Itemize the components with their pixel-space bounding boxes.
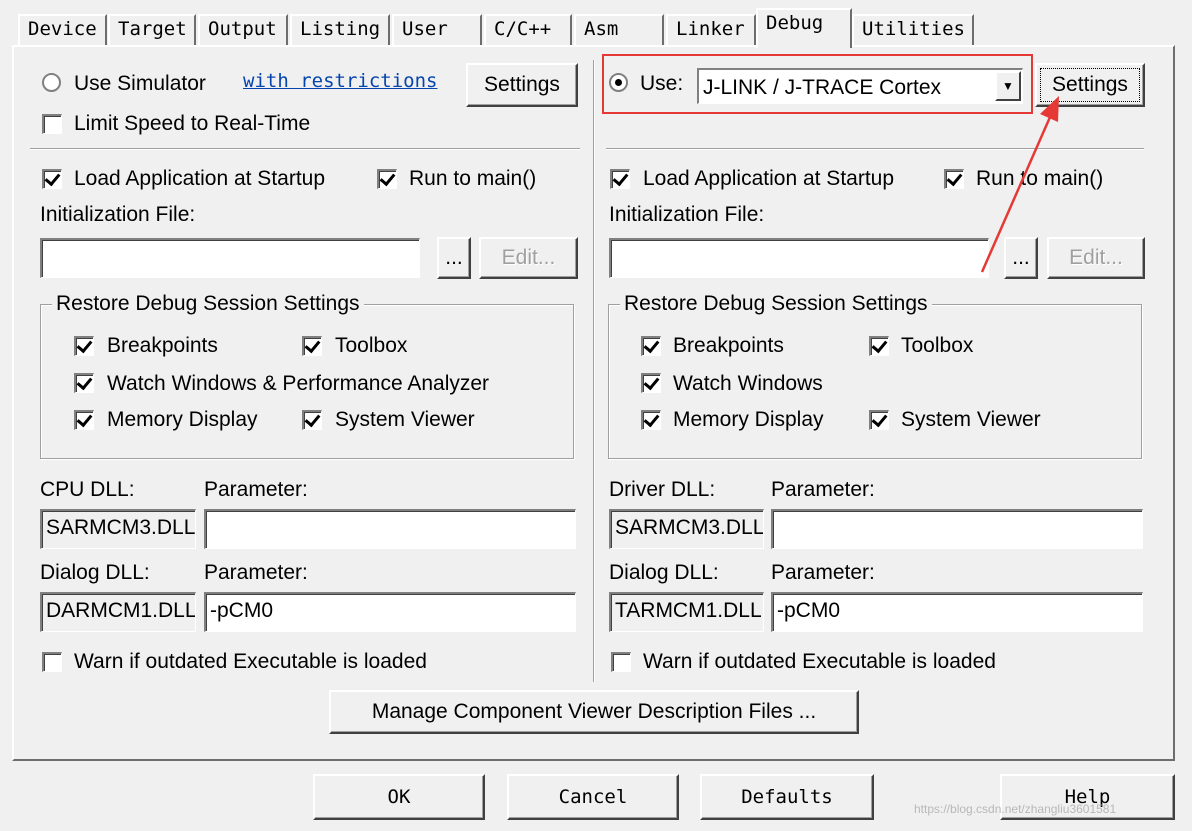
right-dialog-param-label: Parameter: — [771, 561, 875, 584]
cancel-button[interactable]: Cancel — [507, 774, 679, 820]
tab-target[interactable]: Target — [108, 14, 196, 46]
tab-linker[interactable]: Linker — [666, 14, 756, 46]
restore-session-title: Restore Debug Session Settings — [52, 292, 364, 316]
tab-listing[interactable]: Listing — [290, 14, 390, 46]
right-watch-windows-checkbox[interactable] — [641, 373, 661, 393]
limit-speed-checkbox[interactable] — [42, 114, 62, 134]
dialog-dll-field[interactable]: DARMCM1.DLL — [40, 592, 196, 632]
watch-windows-label: Watch Windows & Performance Analyzer — [107, 372, 490, 395]
right-run-main-checkbox[interactable] — [944, 169, 964, 189]
browse-label: ... — [445, 246, 463, 269]
right-watch-windows-label: Watch Windows — [673, 372, 823, 395]
right-load-app-checkbox[interactable] — [610, 169, 630, 189]
use-simulator-radio[interactable] — [42, 73, 61, 92]
toolbox-checkbox[interactable] — [302, 336, 322, 356]
tab-c-cpp[interactable]: C/C++ — [484, 14, 572, 46]
right-warn-outdated-label: Warn if outdated Executable is loaded — [643, 650, 996, 673]
right-breakpoints-checkbox[interactable] — [641, 336, 661, 356]
right-dialog-param-input[interactable]: -pCM0 — [771, 592, 1143, 632]
vertical-divider — [593, 60, 594, 682]
right-memory-display-checkbox[interactable] — [641, 410, 661, 430]
manage-component-viewer-label: Manage Component Viewer Description File… — [371, 700, 817, 723]
arrow-head — [1040, 96, 1059, 122]
load-app-checkbox[interactable] — [42, 169, 62, 189]
right-load-app-label: Load Application at Startup — [643, 167, 895, 190]
right-warn-outdated-checkbox[interactable] — [611, 652, 631, 672]
warn-outdated-checkbox[interactable] — [42, 652, 62, 672]
init-file-input[interactable] — [40, 238, 420, 278]
cpu-dll-field[interactable]: SARMCM3.DLL — [40, 509, 196, 549]
dialog-param-label: Parameter: — [204, 561, 308, 584]
right-toolbox-checkbox[interactable] — [869, 336, 889, 356]
init-file-edit-button[interactable]: Edit... — [479, 237, 578, 279]
arrow-shaft — [980, 107, 1056, 273]
system-viewer-checkbox[interactable] — [302, 410, 322, 430]
manage-component-viewer-button[interactable]: Manage Component Viewer Description File… — [329, 690, 859, 734]
right-dialog-dll-label: Dialog DLL: — [609, 561, 719, 584]
dialog-dll-label: Dialog DLL: — [40, 561, 150, 584]
highlight-box — [602, 54, 1033, 114]
tab-user[interactable]: User — [392, 14, 482, 46]
right-system-viewer-label: System Viewer — [901, 408, 1041, 431]
right-system-viewer-checkbox[interactable] — [869, 410, 889, 430]
right-memory-display-label: Memory Display — [673, 408, 824, 431]
system-viewer-label: System Viewer — [335, 408, 475, 431]
dialog-param-input[interactable]: -pCM0 — [204, 592, 576, 632]
tab-device[interactable]: Device — [18, 14, 107, 46]
driver-dll-field[interactable]: SARMCM3.DLL — [609, 509, 764, 549]
driver-param-label: Parameter: — [771, 478, 875, 501]
tab-utilities[interactable]: Utilities — [852, 14, 974, 46]
right-breakpoints-label: Breakpoints — [673, 334, 784, 357]
watermark: https://blog.csdn.net/zhangliu3601581 — [914, 802, 1117, 816]
cpu-param-label: Parameter: — [204, 478, 308, 501]
defaults-button[interactable]: Defaults — [700, 774, 874, 820]
defaults-label: Defaults — [741, 786, 833, 808]
left-divider — [30, 148, 580, 149]
warn-outdated-label: Warn if outdated Executable is loaded — [74, 650, 427, 673]
driver-param-input[interactable] — [771, 509, 1143, 549]
toolbox-label: Toolbox — [335, 334, 408, 357]
right-restore-session-title: Restore Debug Session Settings — [620, 292, 932, 316]
limit-speed-label: Limit Speed to Real-Time — [74, 112, 311, 135]
tab-output[interactable]: Output — [198, 14, 288, 46]
right-init-file-label: Initialization File: — [609, 203, 765, 226]
tab-asm[interactable]: Asm — [574, 14, 664, 46]
right-dialog-dll-field[interactable]: TARMCM1.DLL — [609, 592, 764, 632]
run-main-checkbox[interactable] — [377, 169, 397, 189]
edit-label: Edit... — [501, 246, 556, 269]
driver-dll-label: Driver DLL: — [609, 478, 716, 501]
ok-label: OK — [387, 786, 411, 808]
init-file-label: Initialization File: — [40, 203, 196, 226]
ok-button[interactable]: OK — [313, 774, 485, 820]
right-edit-label: Edit... — [1069, 246, 1123, 269]
memory-display-checkbox[interactable] — [74, 410, 94, 430]
simulator-settings-button[interactable]: Settings — [466, 63, 578, 107]
right-toolbox-label: Toolbox — [901, 334, 974, 357]
cpu-param-input[interactable] — [204, 509, 576, 549]
run-main-label: Run to main() — [409, 167, 537, 190]
red-arrow-annotation — [980, 96, 1059, 273]
init-file-browse-button[interactable]: ... — [437, 237, 471, 279]
watch-windows-checkbox[interactable] — [74, 373, 94, 393]
right-init-file-input[interactable] — [609, 238, 989, 278]
restrictions-link[interactable]: with restrictions — [243, 70, 437, 92]
simulator-settings-label: Settings — [484, 73, 560, 96]
breakpoints-label: Breakpoints — [107, 334, 218, 357]
use-simulator-label[interactable]: Use Simulator — [74, 72, 206, 96]
cancel-label: Cancel — [558, 786, 628, 808]
tab-debug[interactable]: Debug — [756, 8, 852, 48]
breakpoints-checkbox[interactable] — [74, 336, 94, 356]
cpu-dll-label: CPU DLL: — [40, 478, 135, 501]
load-app-label: Load Application at Startup — [74, 167, 326, 190]
memory-display-label: Memory Display — [107, 408, 258, 431]
